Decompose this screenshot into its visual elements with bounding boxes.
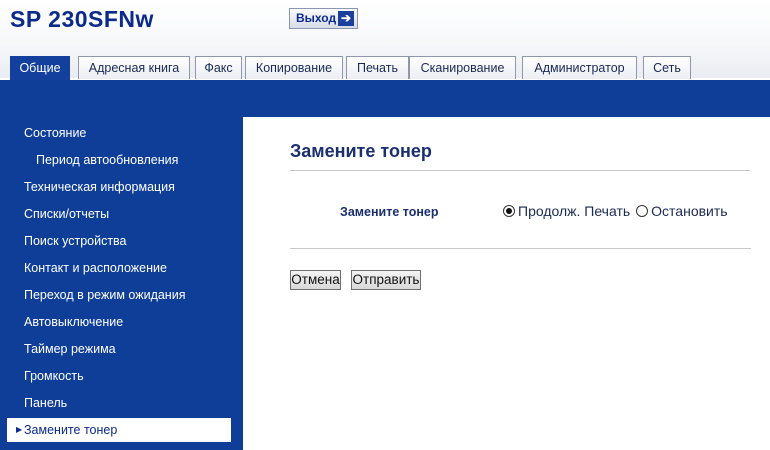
logout-button[interactable]: Выход ➔ <box>289 8 358 29</box>
tab-address-book[interactable]: Адресная книга <box>78 56 190 79</box>
sidebar-item-refresh-period[interactable]: Период автообновления <box>0 148 231 172</box>
tab-print[interactable]: Печать <box>346 56 409 79</box>
tab-fax[interactable]: Факс <box>195 56 242 79</box>
main-content: Замените тонер Замените тонер Продолж. П… <box>243 117 770 450</box>
sidebar-item-volume[interactable]: Громкость <box>0 364 231 388</box>
continue-print-radio[interactable] <box>503 205 515 217</box>
continue-print-label[interactable]: Продолж. Печать <box>518 203 630 219</box>
page-title: Замените тонер <box>290 141 432 161</box>
logout-arrow-icon: ➔ <box>338 11 354 26</box>
sidebar-item-lists-reports[interactable]: Списки/отчеты <box>0 202 231 226</box>
sidebar-item-sleep-mode[interactable]: Переход в режим ожидания <box>0 283 231 307</box>
sidebar-item-label: Замените тонер <box>24 423 118 437</box>
replace-toner-options: Продолж. Печать Остановить <box>503 203 734 219</box>
logout-label: Выход <box>296 11 337 25</box>
tab-scan[interactable]: Сканирование <box>409 56 516 79</box>
tab-copy[interactable]: Копирование <box>245 56 343 79</box>
stop-radio[interactable] <box>636 205 649 217</box>
tab-admin[interactable]: Администратор <box>522 56 637 79</box>
sidebar-item-auto-power-off[interactable]: Автовыключение <box>0 310 231 334</box>
sidebar-item-replace-toner[interactable]: ▶ Замените тонер <box>7 418 231 442</box>
sidebar-item-contact-location[interactable]: Контакт и расположение <box>0 256 231 280</box>
sidebar-item-mode-timer[interactable]: Таймер режима <box>0 337 231 361</box>
tab-network[interactable]: Сеть <box>643 56 691 79</box>
stop-label[interactable]: Остановить <box>651 203 727 219</box>
sidebar-item-panel[interactable]: Панель <box>0 391 231 415</box>
caret-right-icon: ▶ <box>16 425 23 434</box>
cancel-button[interactable]: Отмена <box>290 270 341 290</box>
blue-band <box>0 80 770 110</box>
device-model-title: SP 230SFNw <box>10 6 154 32</box>
submit-button[interactable]: Отправить <box>351 270 421 290</box>
tab-general[interactable]: Общие <box>10 56 70 82</box>
sidebar-item-tech-info[interactable]: Техническая информация <box>0 175 231 199</box>
sidebar-item-status[interactable]: Состояние <box>0 121 231 145</box>
divider-bottom <box>290 248 751 249</box>
sidebar-item-find-device[interactable]: Поиск устройства <box>0 229 231 253</box>
divider-top <box>290 170 750 171</box>
replace-toner-label: Замените тонер <box>340 205 439 219</box>
sidebar: Состояние Период автообновления Техничес… <box>0 108 231 450</box>
